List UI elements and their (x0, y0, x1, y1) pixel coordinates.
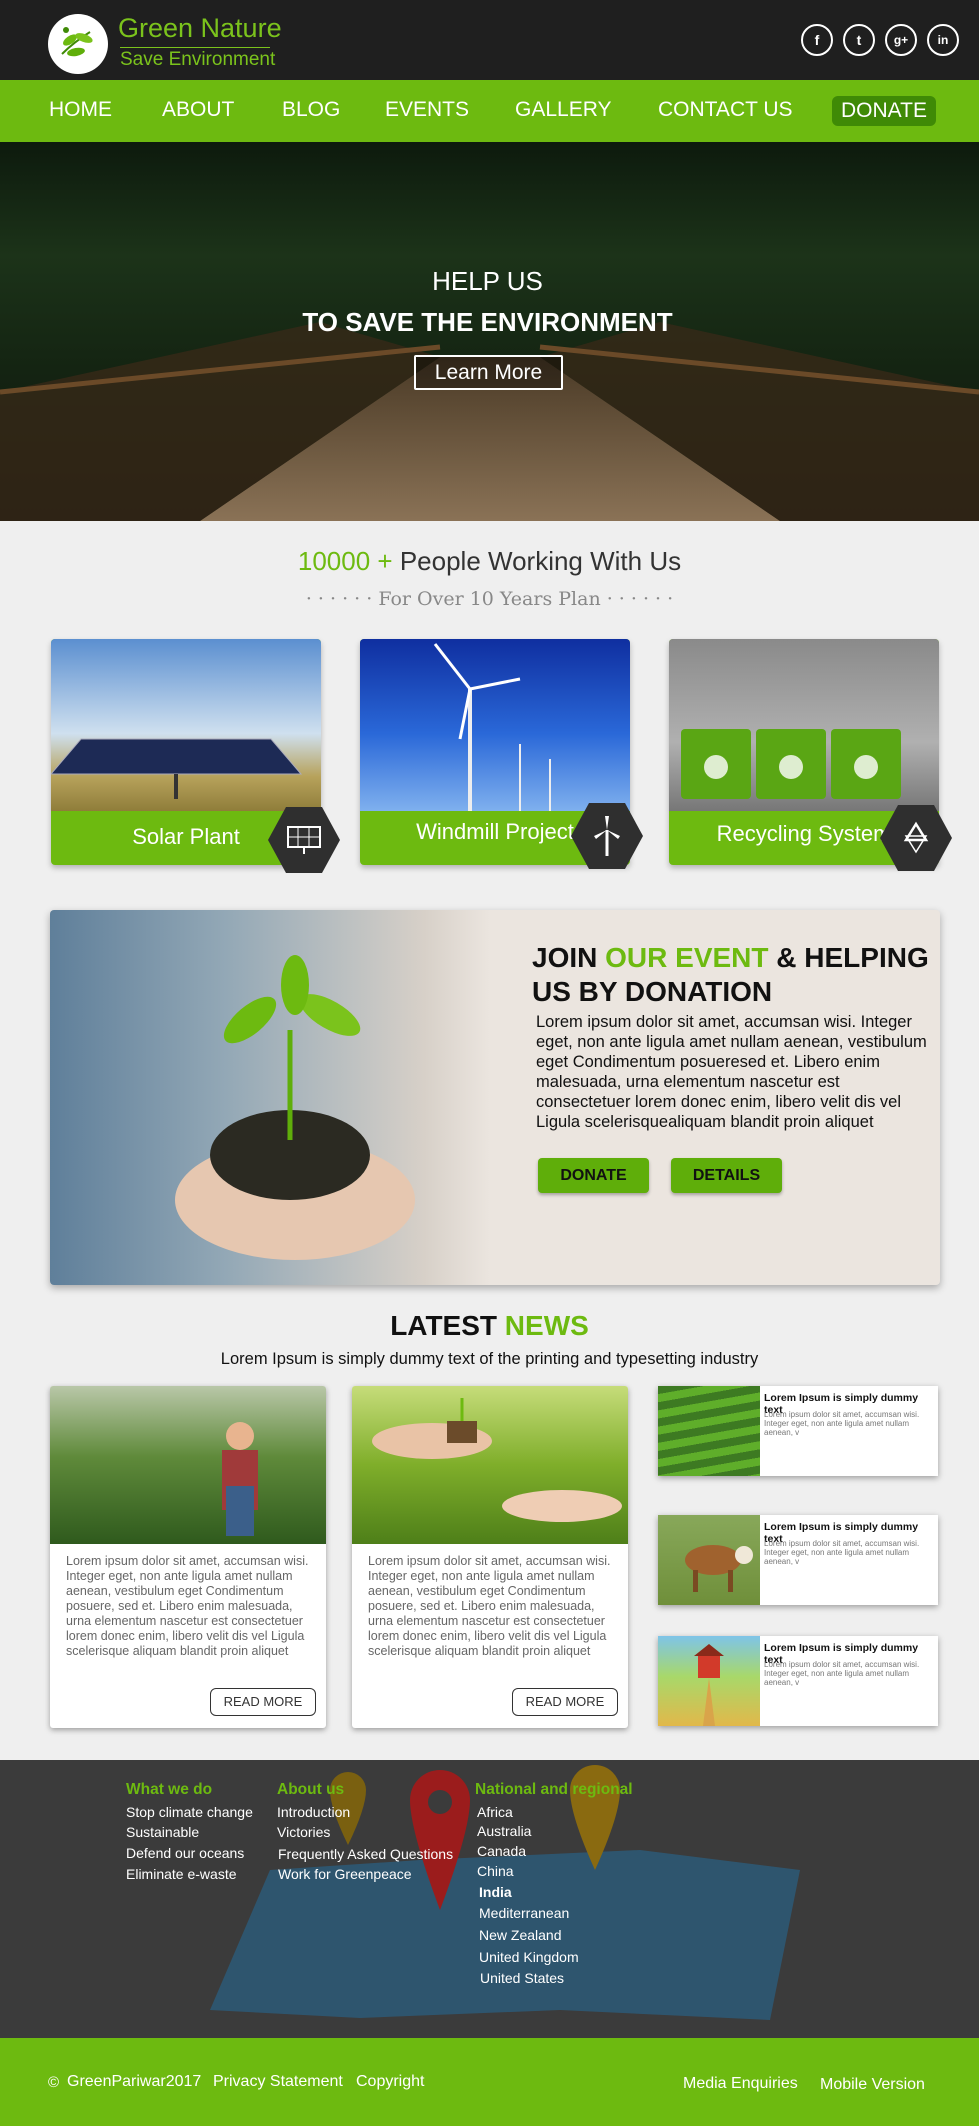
footer-link[interactable]: Victories (277, 1824, 330, 1840)
learn-more-button[interactable]: Learn More (414, 355, 563, 390)
footer-link[interactable]: United Kingdom (479, 1949, 579, 1965)
seedling-hands-image (352, 1386, 628, 1544)
nav-donate-button[interactable]: DONATE (832, 96, 936, 126)
nav-gallery[interactable]: GALLERY (515, 98, 612, 122)
event-description: Lorem ipsum dolor sit amet, accumsan wis… (536, 1013, 927, 1131)
cartoon-village-image (658, 1636, 760, 1726)
footer-heading-national: National and regional (475, 1781, 633, 1798)
brand-name[interactable]: Green Nature (118, 13, 282, 44)
linkedin-icon[interactable]: in (927, 24, 959, 56)
footer-link[interactable]: United States (480, 1970, 564, 1986)
tea-field-image (658, 1386, 760, 1476)
mobile-version-link[interactable]: Mobile Version (820, 2076, 925, 2094)
event-title: JOIN OUR EVENT & HELPING US BY DONATION (532, 941, 932, 1009)
footer-link[interactable]: Frequently Asked Questions (278, 1846, 453, 1862)
news-title-highlight: NEWS (504, 1310, 589, 1341)
event-donate-button[interactable]: DONATE (538, 1158, 649, 1193)
nav-contact-us[interactable]: CONTACT US (658, 98, 793, 122)
cow-image (658, 1515, 760, 1605)
read-more-button[interactable]: READ MORE (210, 1688, 316, 1716)
privacy-statement-link[interactable]: Privacy Statement (213, 2073, 343, 2091)
footer-link[interactable]: Canada (477, 1843, 526, 1859)
google-plus-icon[interactable]: g+ (885, 24, 917, 56)
footer-link[interactable]: Defend our oceans (126, 1845, 244, 1861)
nav-home[interactable]: HOME (49, 98, 112, 122)
footer-link[interactable]: Stop climate change (126, 1804, 253, 1820)
news-title: LATEST NEWS (0, 1310, 979, 1342)
stats-text: People Working With Us (399, 546, 682, 576)
twitter-icon[interactable]: t (843, 24, 875, 56)
footer-link[interactable]: Sustainable (126, 1824, 199, 1840)
solar-plant-image (51, 639, 321, 811)
logo[interactable] (48, 14, 108, 74)
event-title-highlight: OUR EVENT (605, 942, 769, 973)
copyright-icon: © (48, 2074, 60, 2091)
footer-link[interactable]: Africa (477, 1804, 513, 1820)
facebook-icon[interactable]: f (801, 24, 833, 56)
nav-about[interactable]: ABOUT (162, 98, 234, 122)
greenhouse-image (50, 1386, 326, 1544)
nav-events[interactable]: EVENTS (385, 98, 469, 122)
news-small-item[interactable]: Lorem Ipsum is simply dummy text Lorem i… (658, 1636, 938, 1726)
footer-link[interactable]: Introduction (277, 1804, 350, 1820)
brand-tagline: Save Environment (120, 49, 276, 70)
footer-heading-what-we-do: What we do (126, 1781, 213, 1798)
event-title-part1: JOIN (532, 942, 606, 973)
footer-link[interactable]: India (479, 1884, 512, 1900)
footer-heading-about-us: About us (277, 1781, 345, 1798)
recycling-bins-image (669, 639, 939, 811)
nav-blog[interactable]: BLOG (282, 98, 340, 122)
news-small-text: Lorem ipsum dolor sit amet, accumsan wis… (764, 1410, 920, 1437)
footer-link[interactable]: Work for Greenpeace (278, 1866, 412, 1882)
news-small-text: Lorem ipsum dolor sit amet, accumsan wis… (764, 1539, 920, 1566)
plant-in-hands-image (50, 910, 490, 1285)
news-card[interactable]: Lorem ipsum dolor sit amet, accumsan wis… (352, 1386, 628, 1728)
copyright-link[interactable]: Copyright (356, 2073, 424, 2091)
footer-link[interactable]: New Zealand (479, 1927, 562, 1943)
footer-link[interactable]: Mediterranean (479, 1905, 569, 1921)
news-title-part1: LATEST (390, 1310, 505, 1341)
event-details-button[interactable]: DETAILS (671, 1158, 782, 1193)
news-small-item[interactable]: Lorem Ipsum is simply dummy text Lorem i… (658, 1386, 938, 1476)
media-enquiries-link[interactable]: Media Enquiries (683, 2075, 798, 2093)
news-small-text: Lorem ipsum dolor sit amet, accumsan wis… (764, 1660, 920, 1687)
stats-subtitle: · · · · · · For Over 10 Years Plan · · ·… (305, 588, 674, 610)
windmill-image (360, 639, 630, 811)
news-card-text: Lorem ipsum dolor sit amet, accumsan wis… (66, 1554, 309, 1658)
hero-heading: HELP US (432, 266, 543, 296)
read-more-button[interactable]: READ MORE (512, 1688, 618, 1716)
brand-divider (120, 47, 270, 48)
news-subtitle: Lorem Ipsum is simply dummy text of the … (220, 1350, 759, 1368)
news-card-text: Lorem ipsum dolor sit amet, accumsan wis… (368, 1554, 611, 1658)
copyright-text: GreenPariwar2017 (67, 2073, 202, 2090)
footer-link[interactable]: Australia (477, 1823, 531, 1839)
footer-link[interactable]: Eliminate e-waste (126, 1866, 237, 1882)
stats-number: 10000 + (297, 546, 393, 576)
stats-heading: 10000 + People Working With Us (0, 546, 979, 577)
hero-subheading: TO SAVE THE ENVIRONMENT (302, 307, 673, 337)
news-card[interactable]: Lorem ipsum dolor sit amet, accumsan wis… (50, 1386, 326, 1728)
news-small-item[interactable]: Lorem Ipsum is simply dummy text Lorem i… (658, 1515, 938, 1605)
footer-link[interactable]: China (477, 1863, 514, 1879)
